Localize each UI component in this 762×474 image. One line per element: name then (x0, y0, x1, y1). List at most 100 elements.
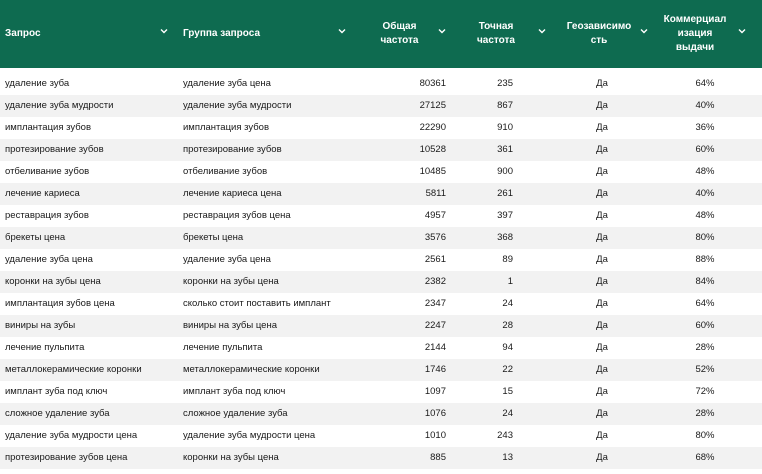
cell-group[interactable]: удаление зуба цена (183, 249, 358, 271)
cell-geo[interactable]: Да (552, 403, 652, 425)
cell-exact[interactable]: 28 (450, 315, 513, 337)
cell-commercial[interactable]: 80% (660, 227, 750, 249)
cell-geo[interactable]: Да (552, 249, 652, 271)
cell-query[interactable]: виниры на зубы (5, 315, 180, 337)
cell-exact[interactable]: 361 (450, 139, 513, 161)
cell-exact[interactable]: 261 (450, 183, 513, 205)
cell-geo[interactable]: Да (552, 183, 652, 205)
table-row[interactable]: отбеливание зубов отбеливание зубов 10485 9… (0, 161, 762, 183)
table-row[interactable]: имплантация зубов цена сколько стоит пост… (0, 293, 762, 315)
cell-group[interactable]: отбеливание зубов (183, 161, 358, 183)
cell-query[interactable]: реставрация зубов (5, 205, 180, 227)
chevron-down-icon[interactable] (738, 27, 746, 35)
cell-query[interactable]: лечение пульпита (5, 337, 180, 359)
cell-commercial[interactable]: 48% (660, 205, 750, 227)
cell-commercial[interactable]: 52% (660, 359, 750, 381)
cell-total[interactable]: 3576 (362, 227, 446, 249)
cell-exact[interactable]: 94 (450, 337, 513, 359)
table-row[interactable]: удаление зуба мудрости цена удаление зуба… (0, 425, 762, 447)
table-row[interactable]: удаление зуба удаление зуба цена 80361 235 Д… (0, 73, 762, 95)
cell-query[interactable]: имплантация зубов (5, 117, 180, 139)
cell-total[interactable]: 1097 (362, 381, 446, 403)
table-row[interactable]: протезирование зубов протезирование зубов… (0, 139, 762, 161)
cell-commercial[interactable]: 84% (660, 271, 750, 293)
cell-exact[interactable]: 910 (450, 117, 513, 139)
cell-geo[interactable]: Да (552, 205, 652, 227)
table-row[interactable]: металлокерамические коронки металлокерами… (0, 359, 762, 381)
cell-geo[interactable]: Да (552, 293, 652, 315)
cell-total[interactable]: 22290 (362, 117, 446, 139)
cell-query[interactable]: брекеты цена (5, 227, 180, 249)
cell-exact[interactable]: 867 (450, 95, 513, 117)
cell-total[interactable]: 1076 (362, 403, 446, 425)
cell-query[interactable]: протезирование зубов (5, 139, 180, 161)
cell-commercial[interactable]: 68% (660, 447, 750, 469)
cell-group[interactable]: виниры на зубы цена (183, 315, 358, 337)
cell-exact[interactable]: 900 (450, 161, 513, 183)
header-geo[interactable]: Геозависимо сть (558, 0, 640, 68)
cell-geo[interactable]: Да (552, 161, 652, 183)
cell-query[interactable]: удаление зуба мудрости цена (5, 425, 180, 447)
cell-group[interactable]: имплант зуба под ключ (183, 381, 358, 403)
chevron-down-icon[interactable] (438, 27, 446, 35)
cell-exact[interactable]: 368 (450, 227, 513, 249)
cell-geo[interactable]: Да (552, 73, 652, 95)
cell-geo[interactable]: Да (552, 447, 652, 469)
cell-group[interactable]: металлокерамические коронки (183, 359, 358, 381)
cell-query[interactable]: имплантация зубов цена (5, 293, 180, 315)
cell-commercial[interactable]: 64% (660, 293, 750, 315)
cell-total[interactable]: 2247 (362, 315, 446, 337)
table-row[interactable]: удаление зуба цена удаление зуба цена 2561… (0, 249, 762, 271)
table-row[interactable]: удаление зуба мудрости удаление зуба мудр… (0, 95, 762, 117)
cell-commercial[interactable]: 48% (660, 161, 750, 183)
cell-total[interactable]: 4957 (362, 205, 446, 227)
cell-geo[interactable]: Да (552, 337, 652, 359)
cell-query[interactable]: отбеливание зубов (5, 161, 180, 183)
cell-query[interactable]: удаление зуба мудрости (5, 95, 180, 117)
header-query[interactable]: Запрос (5, 0, 155, 68)
table-row[interactable]: протезирование зубов цена коронки на зубы… (0, 447, 762, 469)
cell-total[interactable]: 10485 (362, 161, 446, 183)
cell-exact[interactable]: 397 (450, 205, 513, 227)
cell-query[interactable]: коронки на зубы цена (5, 271, 180, 293)
cell-group[interactable]: удаление зуба цена (183, 73, 358, 95)
cell-exact[interactable]: 22 (450, 359, 513, 381)
cell-group[interactable]: сколько стоит поставить имплант (183, 293, 358, 315)
chevron-down-icon[interactable] (538, 27, 546, 35)
cell-query[interactable]: имплант зуба под ключ (5, 381, 180, 403)
cell-commercial[interactable]: 60% (660, 139, 750, 161)
table-row[interactable]: имплант зуба под ключ имплант зуба под кл… (0, 381, 762, 403)
cell-query[interactable]: металлокерамические коронки (5, 359, 180, 381)
table-row[interactable]: реставрация зубов реставрация зубов цена 4… (0, 205, 762, 227)
cell-total[interactable]: 2382 (362, 271, 446, 293)
chevron-down-icon[interactable] (640, 27, 648, 35)
cell-total[interactable]: 10528 (362, 139, 446, 161)
cell-commercial[interactable]: 36% (660, 117, 750, 139)
cell-exact[interactable]: 24 (450, 293, 513, 315)
header-total[interactable]: Общая частота (362, 0, 437, 68)
header-exact[interactable]: Точная частота (460, 0, 532, 68)
cell-group[interactable]: коронки на зубы цена (183, 447, 358, 469)
cell-commercial[interactable]: 60% (660, 315, 750, 337)
cell-query[interactable]: удаление зуба цена (5, 249, 180, 271)
cell-commercial[interactable]: 88% (660, 249, 750, 271)
table-row[interactable]: имплантация зубов имплантация зубов 22290 9… (0, 117, 762, 139)
cell-total[interactable]: 5811 (362, 183, 446, 205)
cell-group[interactable]: имплантация зубов (183, 117, 358, 139)
cell-group[interactable]: брекеты цена (183, 227, 358, 249)
cell-geo[interactable]: Да (552, 139, 652, 161)
cell-exact[interactable]: 243 (450, 425, 513, 447)
cell-query[interactable]: удаление зуба (5, 73, 180, 95)
cell-group[interactable]: реставрация зубов цена (183, 205, 358, 227)
cell-total[interactable]: 2347 (362, 293, 446, 315)
cell-exact[interactable]: 24 (450, 403, 513, 425)
cell-total[interactable]: 1010 (362, 425, 446, 447)
cell-exact[interactable]: 89 (450, 249, 513, 271)
cell-total[interactable]: 80361 (362, 73, 446, 95)
cell-total[interactable]: 1746 (362, 359, 446, 381)
table-row[interactable]: сложное удаление зуба сложное удаление зу… (0, 403, 762, 425)
cell-commercial[interactable]: 28% (660, 337, 750, 359)
cell-geo[interactable]: Да (552, 425, 652, 447)
cell-commercial[interactable]: 40% (660, 183, 750, 205)
cell-exact[interactable]: 235 (450, 73, 513, 95)
